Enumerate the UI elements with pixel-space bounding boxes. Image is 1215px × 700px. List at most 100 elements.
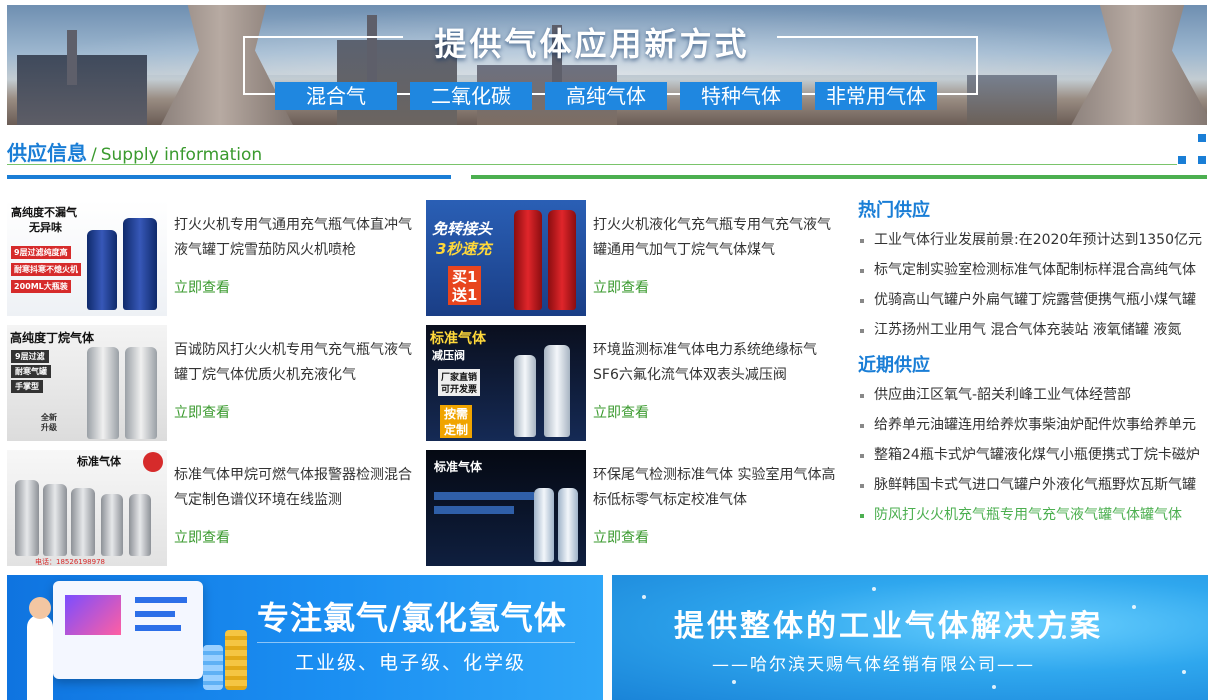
product-card[interactable]: 标准气体 减压阀 厂家直销 可开发票 按需 定制 环境监测标准气体电力系统绝缘标…	[426, 325, 838, 441]
section-underline-green	[471, 175, 1207, 179]
banner-divider	[257, 642, 575, 643]
thumb-text: 无异味	[29, 221, 62, 234]
list-item[interactable]: 工业气体行业发展前景:在2020年预计达到1350亿元	[858, 225, 1207, 255]
bullet-icon	[860, 514, 864, 518]
gas-can-image	[125, 347, 157, 439]
thumb-text: 高纯度不漏气	[11, 206, 77, 219]
view-now-link[interactable]: 立即查看	[174, 527, 230, 547]
product-description[interactable]: 百诚防风打火火机专用气充气瓶气液气罐丁烷气体优质火机充液化气	[174, 338, 419, 388]
bullet-icon	[860, 299, 864, 303]
thumb-text: 送1	[448, 284, 482, 305]
list-item[interactable]: 防风打火火机充气瓶专用气充气液气罐气体罐气体	[858, 500, 1207, 530]
section-title: 供应信息 / Supply information	[7, 137, 262, 166]
gas-cylinder-image	[514, 355, 536, 437]
product-image[interactable]: 高纯度不漏气 无异味 9层过滤纯度高 耐寒抖寒不熄火机 200ML大瓶装	[7, 200, 167, 316]
network-node	[992, 685, 996, 689]
category-button-uncommon-gas[interactable]: 非常用气体	[815, 82, 937, 110]
product-card[interactable]: 高纯度丁烷气体 9层过滤 耐寒气罐 手掌型 全新 升级 百诚防风打火火机专用气充…	[7, 325, 419, 441]
thumb-text: 升级	[41, 423, 57, 432]
product-image[interactable]: 标准气体 减压阀 厂家直销 可开发票 按需 定制	[426, 325, 586, 441]
thumb-tag: 9层过滤纯度高	[11, 246, 71, 259]
hero-category-buttons: 混合气 二氧化碳 高纯气体 特种气体 非常用气体	[275, 82, 937, 110]
gas-cylinder-image	[101, 494, 123, 556]
product-card[interactable]: 高纯度不漏气 无异味 9层过滤纯度高 耐寒抖寒不熄火机 200ML大瓶装 打火火…	[7, 200, 419, 316]
section-title-en: Supply information	[100, 145, 263, 165]
thumb-text: 免转接头	[432, 220, 493, 238]
illustration-bar	[135, 625, 181, 631]
bullet-icon	[860, 454, 864, 458]
category-button-high-purity[interactable]: 高纯气体	[545, 82, 667, 110]
gas-cylinder-image	[43, 484, 67, 556]
thumb-tag: 耐寒气罐	[11, 365, 51, 378]
list-item[interactable]: 给养单元油罐连用给养炊事柴油炉配件炊事给养单元	[858, 410, 1207, 440]
view-now-link[interactable]: 立即查看	[174, 277, 230, 297]
dashboard-illustration	[53, 581, 203, 679]
network-node	[732, 680, 736, 684]
promo-banner-chlorine[interactable]: 专注氯气/氯化氢气体 工业级、电子级、化学级	[7, 575, 603, 700]
thumb-text: 可开发票	[438, 381, 481, 396]
hero-frame-line	[777, 36, 978, 38]
thumb-phone: 电话：18526198978	[35, 558, 105, 566]
bullet-icon	[860, 424, 864, 428]
gas-can-image	[87, 347, 119, 439]
thumb-text: 减压阀	[432, 349, 465, 362]
factory-building	[17, 55, 147, 125]
product-card[interactable]: 标准气体 电话：18526198978 标准气体甲烷可燃气体报警器检测混合气定制…	[7, 450, 419, 566]
product-card[interactable]: 标准气体 环保尾气检测标准气体 实验室用气体高标低标零气标定校准气体 立即查看	[426, 450, 838, 566]
coin-stack-illustration	[225, 630, 247, 690]
category-button-special-gas[interactable]: 特种气体	[680, 82, 802, 110]
list-item[interactable]: 江苏扬州工业用气 混合气体充装站 液氧储罐 液氮	[858, 315, 1207, 345]
gas-can-image	[514, 210, 542, 310]
list-item[interactable]: 整箱24瓶卡式炉气罐液化煤气小瓶便携式丁烷卡磁炉	[858, 440, 1207, 470]
recent-supply-title: 近期供应	[858, 355, 930, 376]
promo-banner-solutions[interactable]: 提供整体的工业气体解决方案 ——哈尔滨天赐气体经销有限公司——	[612, 575, 1208, 700]
network-node	[872, 587, 876, 591]
product-description[interactable]: 标准气体甲烷可燃气体报警器检测混合气定制色谱仪环境在线监测	[174, 463, 419, 513]
gas-cylinder-image	[558, 488, 578, 562]
product-description[interactable]: 环境监测标准气体电力系统绝缘标气SF6六氟化流气体双表头减压阀	[593, 338, 838, 388]
list-item[interactable]: 标气定制实验室检测标准气体配制标样混合高纯气体	[858, 255, 1207, 285]
product-image[interactable]: 高纯度丁烷气体 9层过滤 耐寒气罐 手掌型 全新 升级	[7, 325, 167, 441]
gas-can-image	[87, 230, 117, 310]
gas-can-image	[548, 210, 576, 310]
section-underline-blue	[7, 175, 451, 179]
thumb-tag: 手掌型	[11, 380, 43, 393]
banner-title: 专注氯气/氯化氢气体	[257, 599, 567, 637]
network-node	[1132, 605, 1136, 609]
thumb-tag: 耐寒抖寒不熄火机	[11, 263, 81, 276]
thumb-tag: 200ML大瓶装	[11, 280, 71, 293]
category-button-mixed-gas[interactable]: 混合气	[275, 82, 397, 110]
person-illustration	[27, 615, 53, 700]
list-item[interactable]: 优骑高山气罐户外扁气罐丁烷露营便携气瓶小煤气罐	[858, 285, 1207, 315]
list-item[interactable]: 脉鲜韩国卡式气进口气罐户外液化气瓶野炊瓦斯气罐	[858, 470, 1207, 500]
product-description[interactable]: 环保尾气检测标准气体 实验室用气体高标低标零气标定校准气体	[593, 463, 838, 513]
section-divider	[7, 164, 1177, 165]
thumb-text: 标准气体	[430, 331, 486, 347]
view-now-link[interactable]: 立即查看	[593, 527, 649, 547]
product-card[interactable]: 免转接头 3秒速充 买1 送1 打火火机液化气充气瓶专用气充气液气罐通用气加气丁…	[426, 200, 838, 316]
product-description[interactable]: 打火火机专用气通用充气瓶气体直冲气液气罐丁烷雪茄防风火机喷枪	[174, 213, 419, 263]
banner-title: 提供整体的工业气体解决方案	[674, 609, 1103, 644]
thumb-text: 高纯度丁烷气体	[10, 331, 95, 345]
view-now-link[interactable]: 立即查看	[174, 402, 230, 422]
view-now-link[interactable]: 立即查看	[593, 402, 649, 422]
product-image[interactable]: 标准气体 电话：18526198978	[7, 450, 167, 566]
chimney	[67, 30, 77, 85]
network-node	[1182, 670, 1186, 674]
view-now-link[interactable]: 立即查看	[593, 277, 649, 297]
bullet-icon	[860, 239, 864, 243]
grid-square	[1198, 134, 1206, 142]
product-image[interactable]: 标准气体	[426, 450, 586, 566]
network-node	[642, 595, 646, 599]
thumb-text: 3秒速充	[436, 240, 492, 258]
bullet-icon	[860, 269, 864, 273]
product-description[interactable]: 打火火机液化气充气瓶专用气充气液气罐通用气加气丁烷气气体煤气	[593, 213, 838, 263]
category-button-co2[interactable]: 二氧化碳	[410, 82, 532, 110]
bullet-icon	[860, 394, 864, 398]
hero-title: 提供气体应用新方式	[434, 25, 750, 63]
thumb-text: 定制	[440, 421, 473, 438]
list-item[interactable]: 供应曲江区氧气-韶关利峰工业气体经营部	[858, 380, 1207, 410]
gas-cylinder-image	[129, 494, 151, 556]
grid-square	[1178, 156, 1186, 164]
product-image[interactable]: 免转接头 3秒速充 买1 送1	[426, 200, 586, 316]
